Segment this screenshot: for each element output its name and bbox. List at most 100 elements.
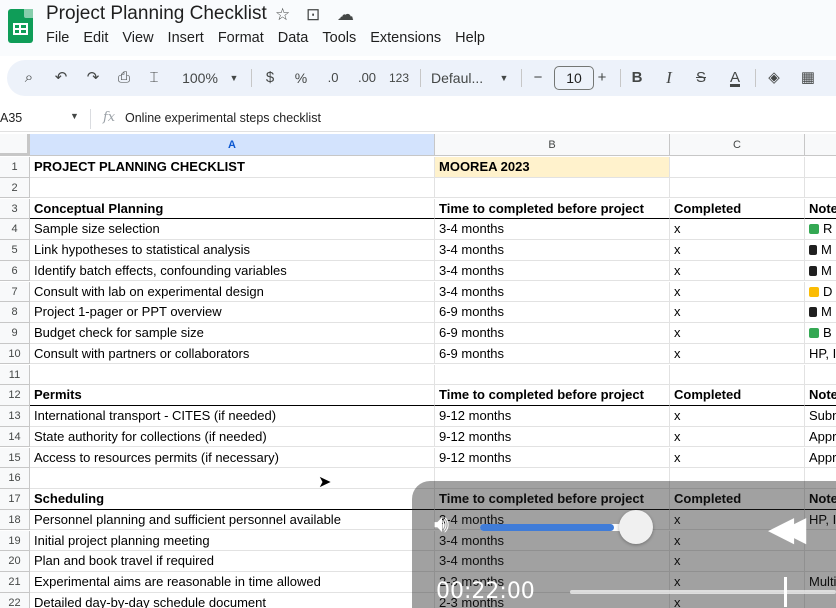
cell-b[interactable]: 6-9 months — [435, 323, 670, 344]
cell-c[interactable]: x — [670, 406, 805, 427]
cell-a[interactable] — [30, 364, 435, 386]
cell-c[interactable]: x — [670, 260, 805, 282]
increase-decimal-button[interactable]: .00 — [354, 60, 380, 96]
volume-icon[interactable]: 🔊︎ — [434, 511, 449, 539]
cell-a[interactable]: Detailed day-by-day schedule document — [30, 592, 435, 608]
row-number[interactable]: 19 — [0, 530, 30, 552]
cell-d[interactable]: Subm — [805, 406, 836, 427]
cell-a[interactable]: Access to resources permits (if necessar… — [30, 447, 435, 469]
cell-b[interactable]: 3-4 months — [435, 281, 670, 303]
decrease-font-size-button[interactable]: − — [529, 60, 547, 96]
cell-a[interactable]: Permits — [30, 385, 435, 406]
cell-d[interactable]: Appr — [805, 427, 836, 448]
row-number[interactable]: 1 — [0, 157, 30, 178]
menu-item-help[interactable]: Help — [455, 30, 492, 46]
bold-button[interactable]: B — [628, 60, 646, 96]
document-title[interactable]: Project Planning Checklist — [46, 3, 267, 25]
row-number[interactable]: 16 — [0, 468, 30, 489]
chevron-down-icon[interactable]: ▼ — [70, 111, 79, 121]
name-box[interactable]: A35 — [0, 111, 22, 125]
cell-c[interactable]: Completed — [670, 385, 805, 406]
font-family-select[interactable]: Defaul... — [431, 60, 491, 96]
cell-d[interactable]: M — [805, 240, 836, 261]
menu-item-edit[interactable]: Edit — [83, 30, 115, 46]
cell-d[interactable] — [805, 365, 836, 386]
cell-d[interactable] — [805, 178, 836, 199]
row-number[interactable]: 18 — [0, 509, 30, 531]
cell-d[interactable]: R — [805, 219, 836, 240]
cell-b[interactable]: 9-12 months — [435, 426, 670, 448]
cell-b[interactable]: 3-4 months — [435, 260, 670, 282]
fill-color-icon[interactable]: ◈ — [763, 60, 785, 96]
cell-a[interactable]: Project 1-pager or PPT overview — [30, 302, 435, 323]
sheets-logo-icon[interactable] — [8, 9, 33, 43]
search-menus-icon[interactable]: ⌕ — [19, 60, 39, 96]
cell-c[interactable]: x — [670, 219, 805, 240]
cell-a[interactable]: State authority for collections (if need… — [30, 426, 435, 448]
cell-c[interactable]: x — [670, 302, 805, 323]
cell-b[interactable]: Time to completed before project — [435, 385, 670, 406]
star-icon[interactable]: ☆ — [275, 5, 290, 25]
row-number[interactable]: 12 — [0, 385, 30, 406]
cell-b[interactable]: MOOREA 2023 — [435, 157, 670, 178]
select-all-corner[interactable] — [0, 134, 30, 156]
row-number[interactable]: 15 — [0, 447, 30, 469]
cell-c[interactable] — [670, 157, 805, 178]
cell-d[interactable]: M — [805, 261, 836, 282]
row-number[interactable]: 11 — [0, 364, 30, 386]
cell-a[interactable]: Link hypotheses to statistical analysis — [30, 240, 435, 261]
row-number[interactable]: 21 — [0, 572, 30, 593]
more-formats-button[interactable]: 123 — [387, 60, 411, 96]
row-number[interactable]: 4 — [0, 219, 30, 240]
cell-d[interactable]: Note — [805, 385, 836, 406]
cell-c[interactable] — [670, 177, 805, 199]
cell-a[interactable] — [30, 468, 435, 489]
row-number[interactable]: 6 — [0, 260, 30, 282]
print-icon[interactable]: ⎙ — [114, 60, 134, 96]
cell-b[interactable] — [435, 364, 670, 386]
borders-icon[interactable]: ▦ — [797, 60, 819, 96]
cell-b[interactable]: 3-4 months — [435, 219, 670, 240]
chevron-down-icon[interactable]: ▼ — [227, 60, 241, 96]
row-number[interactable]: 14 — [0, 426, 30, 448]
cell-d[interactable]: Note — [805, 199, 836, 220]
volume-slider[interactable] — [480, 524, 638, 531]
row-number[interactable]: 13 — [0, 406, 30, 427]
cell-b[interactable]: 9-12 months — [435, 406, 670, 427]
volume-slider-handle[interactable] — [619, 510, 653, 544]
cell-b[interactable] — [435, 177, 670, 199]
row-number[interactable]: 22 — [0, 592, 30, 608]
row-number[interactable]: 5 — [0, 240, 30, 261]
zoom-select[interactable]: 100% — [175, 60, 225, 96]
row-number[interactable]: 9 — [0, 323, 30, 344]
text-color-button[interactable]: A — [724, 60, 746, 96]
column-header-c[interactable]: C — [670, 134, 805, 156]
move-folder-icon[interactable]: ⊡ — [306, 5, 320, 25]
cell-a[interactable]: Initial project planning meeting — [30, 530, 435, 552]
cell-a[interactable]: Plan and book travel if required — [30, 551, 435, 572]
cell-c[interactable]: x — [670, 281, 805, 303]
row-number[interactable]: 3 — [0, 198, 30, 220]
cell-a[interactable]: Scheduling — [30, 489, 435, 510]
seek-bar[interactable] — [570, 590, 836, 594]
cell-b[interactable]: 6-9 months — [435, 302, 670, 323]
rewind-icon[interactable]: ◀◀ — [768, 509, 806, 549]
cell-d[interactable] — [805, 157, 836, 178]
cell-c[interactable]: x — [670, 240, 805, 261]
menu-item-insert[interactable]: Insert — [168, 30, 211, 46]
cell-a[interactable]: Budget check for sample size — [30, 323, 435, 344]
cell-a[interactable]: Sample size selection — [30, 219, 435, 240]
cell-c[interactable] — [670, 364, 805, 386]
row-number[interactable]: 10 — [0, 343, 30, 365]
column-header-d[interactable] — [805, 134, 836, 156]
cell-b[interactable]: 3-4 months — [435, 240, 670, 261]
row-number[interactable]: 7 — [0, 281, 30, 303]
decrease-decimal-button[interactable]: .0 — [321, 60, 345, 96]
cell-a[interactable]: Personnel planning and sufficient person… — [30, 509, 435, 531]
cell-b[interactable]: 6-9 months — [435, 343, 670, 365]
menu-item-extensions[interactable]: Extensions — [370, 30, 448, 46]
cell-c[interactable]: x — [670, 426, 805, 448]
row-number[interactable]: 20 — [0, 551, 30, 572]
menu-item-format[interactable]: Format — [218, 30, 271, 46]
cell-d[interactable]: D — [805, 282, 836, 303]
